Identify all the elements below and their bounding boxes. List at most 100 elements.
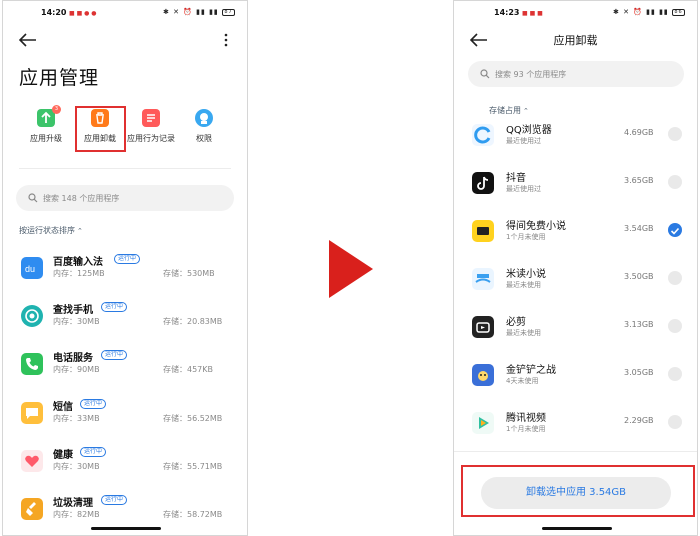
app-name: 电话服务 [53, 353, 93, 364]
app-size: 3.13GB [624, 320, 654, 329]
list-item[interactable]: QQ浏览器 最近使用过 4.69GB [454, 116, 697, 156]
list-item[interactable]: 抖音 最近使用过 3.65GB [454, 164, 697, 204]
app-memory: 内存：125MB [53, 269, 105, 278]
sort-selector[interactable]: 存储占用 ⌃ [489, 105, 529, 116]
app-name: 腾讯视频 [506, 413, 546, 424]
list-item[interactable]: 得间免费小说 1个月未使用 3.54GB [454, 212, 697, 252]
check-icon [670, 227, 680, 235]
app-memory: 内存：90MB [53, 365, 100, 374]
page-title: 应用卸载 [553, 34, 598, 47]
list-item[interactable]: 电话服务 运行中 内存：90MB 存储：457KB [3, 349, 247, 389]
app-storage: 存储：58.72MB [163, 510, 223, 519]
select-checkbox[interactable] [668, 415, 682, 429]
search-placeholder: 搜索 93 个应用程序 [495, 70, 567, 79]
list-item[interactable]: 米读小说 最近未使用 3.50GB [454, 260, 697, 300]
running-badge: 运行中 [101, 302, 128, 312]
app-name: 抖音 [506, 173, 526, 184]
running-badge: 运行中 [101, 350, 128, 360]
sort-chevron-icon: ⌃ [523, 107, 529, 115]
tool-label: 应用行为记录 [127, 134, 175, 143]
select-checkbox[interactable] [668, 271, 682, 285]
app-name: 得间免费小说 [506, 221, 566, 232]
cleaner-icon [21, 498, 43, 520]
app-storage: 存储：457KB [163, 365, 214, 374]
divider [19, 168, 231, 169]
uninstall-selected-button[interactable]: 卸载选中应用 3.54GB [481, 477, 671, 509]
app-memory: 内存：33MB [53, 414, 100, 423]
sort-label: 存储占用 [489, 106, 521, 115]
system-status-icons: ✱ ✕ ⏰ ▮▮ ▮▮ 86 [613, 8, 685, 16]
home-indicator[interactable] [542, 527, 612, 530]
home-indicator[interactable] [91, 527, 161, 530]
app-name: 查找手机 [53, 305, 93, 316]
tool-app-upgrade[interactable]: 3 应用升级 [16, 105, 76, 144]
app-memory: 内存：30MB [53, 462, 100, 471]
running-badge: 运行中 [114, 254, 141, 264]
search-icon [28, 193, 38, 203]
app-size: 3.54GB [624, 224, 654, 233]
list-item[interactable]: 必剪 最近未使用 3.13GB [454, 308, 697, 348]
list-item[interactable]: 健康 运行中 内存：30MB 存储：55.71MB [3, 446, 247, 486]
app-name: 百度输入法 [53, 257, 103, 268]
back-arrow-icon[interactable] [19, 33, 37, 47]
baidu-input-icon: du [21, 257, 43, 279]
app-last-used: 最近使用过 [506, 137, 541, 145]
status-time: 14:20 [41, 8, 67, 17]
app-last-used: 1个月未使用 [506, 233, 546, 241]
tool-permission[interactable]: 权限 [174, 109, 234, 144]
golden-spatula-icon [472, 364, 494, 386]
select-checkbox[interactable] [668, 175, 682, 189]
app-name: 米读小说 [506, 269, 546, 280]
running-badge: 运行中 [80, 399, 107, 409]
status-bar: 14:23 ■ ■ ■ ✱ ✕ ⏰ ▮▮ ▮▮ 86 [454, 7, 697, 21]
search-input[interactable]: 搜索 93 个应用程序 [468, 61, 684, 87]
find-phone-icon [21, 305, 43, 327]
sort-label: 按运行状态排序 [19, 226, 75, 235]
select-checkbox[interactable] [668, 319, 682, 333]
uninstall-highlight-box [75, 106, 126, 152]
list-item[interactable]: 查找手机 运行中 内存：30MB 存储：20.83MB [3, 301, 247, 341]
bijian-icon [472, 316, 494, 338]
app-size: 2.29GB [624, 416, 654, 425]
app-storage: 存储：55.71MB [163, 462, 223, 471]
list-item[interactable]: 金铲铲之战 4天未使用 3.05GB [454, 356, 697, 396]
tool-app-behavior-record[interactable]: 应用行为记录 [121, 109, 181, 144]
search-placeholder: 搜索 148 个应用程序 [43, 194, 120, 203]
search-input[interactable]: 搜索 148 个应用程序 [16, 185, 234, 211]
app-name: 必剪 [506, 317, 526, 328]
app-storage: 存储：20.83MB [163, 317, 223, 326]
app-size: 3.50GB [624, 272, 654, 281]
more-options-icon[interactable] [223, 32, 229, 48]
select-checkbox[interactable] [668, 127, 682, 141]
running-badge: 运行中 [80, 447, 107, 457]
permission-icon [195, 109, 213, 127]
app-name: QQ浏览器 [506, 125, 552, 136]
qq-browser-icon [472, 124, 494, 146]
app-management-screen: 14:20 ■ ■ ● ● ✱ ✕ ⏰ ▮▮ ▮▮ 87 应用管理 3 应用升级… [2, 0, 248, 536]
select-checkbox[interactable] [668, 223, 682, 237]
select-checkbox[interactable] [668, 367, 682, 381]
page-title: 应用管理 [19, 67, 100, 89]
app-size: 4.69GB [624, 128, 654, 137]
divider [454, 451, 697, 452]
sms-icon [21, 402, 43, 424]
health-icon [21, 450, 43, 472]
sort-selector[interactable]: 按运行状态排序 ⌃ [19, 225, 83, 236]
next-step-arrow-icon [329, 240, 373, 298]
record-icon [142, 109, 160, 127]
list-item[interactable]: du 百度输入法 运行中 内存：125MB 存储：530MB [3, 253, 247, 293]
list-item[interactable]: 短信 运行中 内存：33MB 存储：56.52MB [3, 398, 247, 438]
list-item[interactable]: 腾讯视频 1个月未使用 2.29GB [454, 404, 697, 444]
battery-icon: 87 [222, 8, 235, 16]
app-memory: 内存：30MB [53, 317, 100, 326]
tool-label: 应用升级 [30, 134, 62, 143]
app-size: 3.65GB [624, 176, 654, 185]
tencent-video-icon [472, 412, 494, 434]
status-bar: 14:20 ■ ■ ● ● ✱ ✕ ⏰ ▮▮ ▮▮ 87 [3, 7, 247, 21]
app-last-used: 1个月未使用 [506, 425, 546, 433]
update-count-badge: 3 [52, 105, 61, 114]
midu-novel-icon [472, 268, 494, 290]
system-status-icons: ✱ ✕ ⏰ ▮▮ ▮▮ 87 [163, 8, 235, 16]
app-last-used: 4天未使用 [506, 377, 539, 385]
tool-label: 权限 [196, 134, 212, 143]
